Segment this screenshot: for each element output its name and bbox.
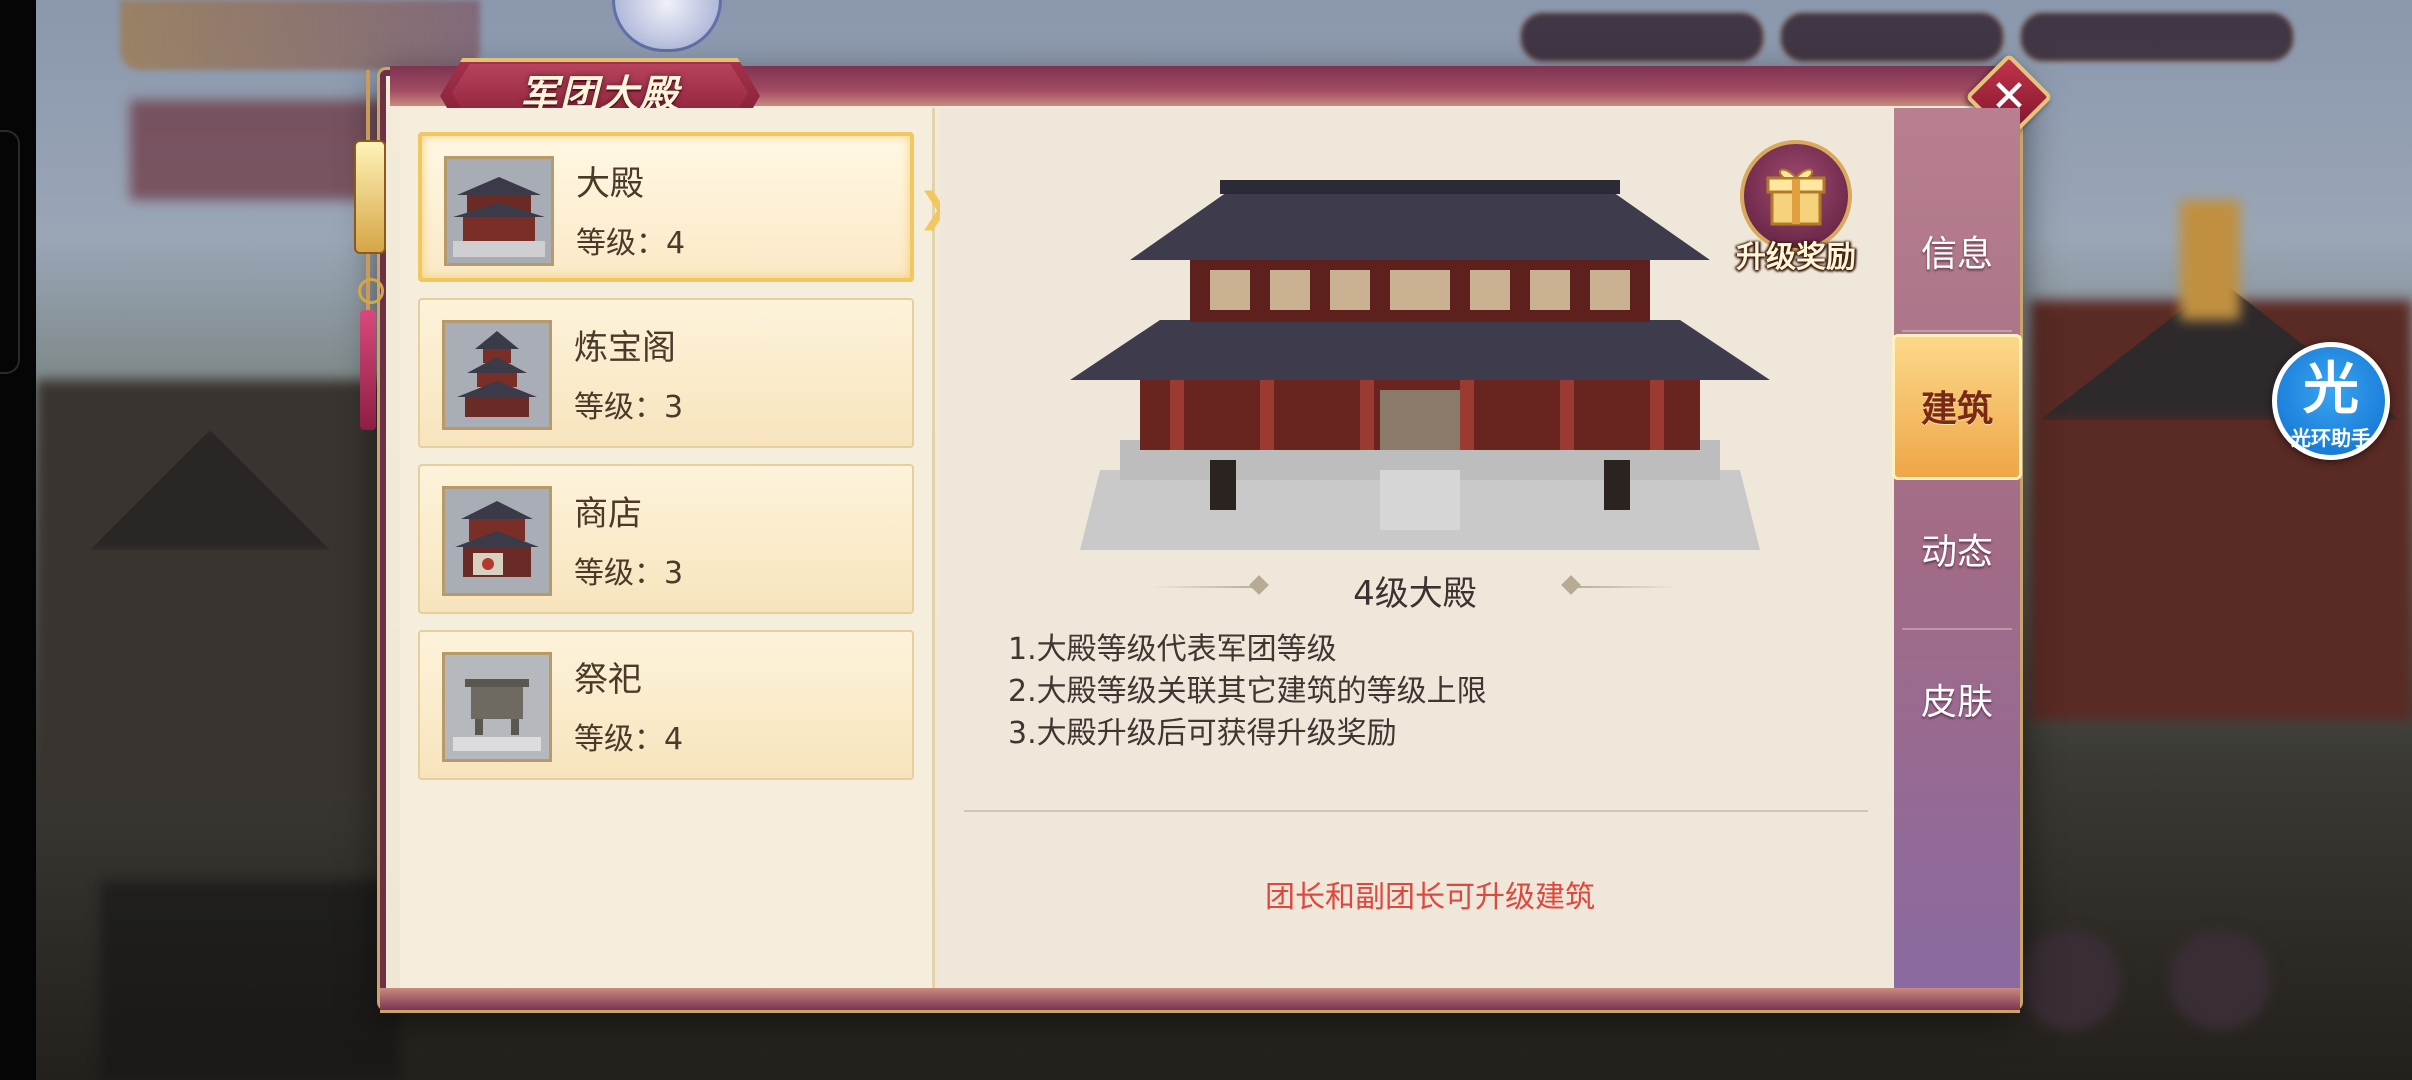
panel-footer-band (380, 988, 2020, 1013)
building-name: 炼宝阁 (574, 328, 676, 368)
tab-building[interactable]: 建筑 (1892, 334, 2022, 480)
tassel-jade-ornament (354, 140, 386, 254)
hud-resource-3 (2020, 12, 2294, 62)
building-level: 等级：3 (574, 556, 684, 591)
building-name: 祭祀 (574, 660, 642, 700)
main-hall-illustration (1070, 180, 1770, 550)
hud-title-bar (120, 0, 480, 70)
building-name: 商店 (574, 494, 642, 534)
upgrade-reward-label[interactable]: 升级奖励 (1720, 232, 1872, 276)
bg-tower-right (2180, 200, 2240, 320)
title-deco-right (1570, 586, 1680, 588)
section-divider (964, 810, 1868, 812)
device-notch (0, 130, 20, 374)
shop-thumbnail (442, 486, 552, 596)
main-hall-thumbnail (444, 156, 554, 266)
tassel-end (360, 310, 376, 430)
building-item-main-hall[interactable]: 大殿 等级：4 (418, 132, 914, 282)
sacrifice-altar-thumbnail (442, 652, 552, 762)
building-level: 等级：4 (574, 722, 684, 757)
building-level-title: 4级大殿 (1353, 574, 1477, 614)
description-line: 3.大殿升级后可获得升级奖励 (1008, 716, 1397, 751)
bg-skill-button-1 (2020, 930, 2120, 1030)
bg-chat-box (100, 880, 400, 1080)
title-deco-left (1150, 586, 1260, 588)
building-name: 大殿 (576, 164, 644, 204)
hud-resource-2 (1780, 12, 2004, 62)
hud-resource-1 (1520, 12, 1764, 62)
building-level: 等级：4 (576, 226, 686, 261)
tab-separator (1902, 330, 2012, 332)
tab-skin[interactable]: 皮肤 (1894, 630, 2020, 776)
building-item-sacrifice[interactable]: 祭祀 等级：4 (418, 630, 914, 780)
tab-info[interactable]: 信息 (1894, 182, 2020, 328)
tab-activity[interactable]: 动态 (1894, 480, 2020, 626)
permission-notice: 团长和副团长可升级建筑 (1265, 880, 1595, 915)
bg-skill-button-2 (2170, 930, 2270, 1030)
description-line: 2.大殿等级关联其它建筑的等级上限 (1008, 674, 1487, 709)
building-item-shop[interactable]: 商店 等级：3 (418, 464, 914, 614)
tassel-ring (358, 278, 384, 304)
treasure-pavilion-thumbnail (442, 320, 552, 430)
halo-helper-icon[interactable]: 光 (2272, 344, 2390, 425)
halo-helper-label[interactable]: 光环助手 (2272, 422, 2390, 451)
building-item-treasure-pavilion[interactable]: 炼宝阁 等级：3 (418, 298, 914, 448)
building-level: 等级：3 (574, 390, 684, 425)
description-line: 1.大殿等级代表军团等级 (1008, 632, 1337, 667)
